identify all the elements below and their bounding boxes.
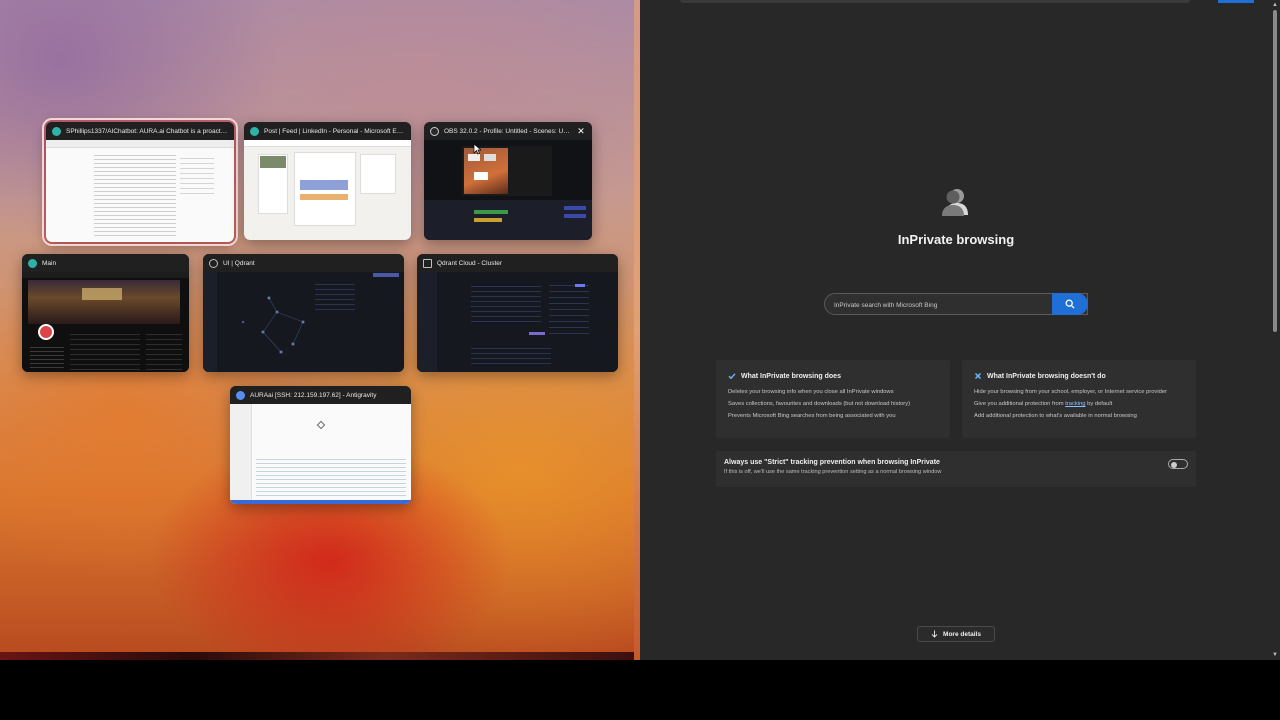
window-title: Main <box>42 259 57 267</box>
search-input[interactable] <box>825 295 1087 316</box>
task-view-window-aichatbot[interactable]: SPhillips1337/AIChatbot: AURA.ai Chatbot… <box>42 118 238 246</box>
card-line: Give you additional protection from trac… <box>974 398 1184 410</box>
arrow-down-icon <box>931 630 938 638</box>
more-details-label: More details <box>943 630 981 638</box>
window-title: Qdrant Cloud - Cluster <box>437 259 503 267</box>
antigravity-icon <box>236 390 245 400</box>
scroll-down-icon[interactable]: ▼ <box>1272 652 1278 658</box>
inprivate-browser-page: ▲ ▼ InPrivate browsing What InPr <box>640 0 1280 660</box>
task-view: SPhillips1337/AIChatbot: AURA.ai Chatbot… <box>0 0 640 660</box>
card-line: Hide your browsing from your school, emp… <box>974 389 1167 395</box>
edge-icon <box>28 258 37 268</box>
terminal-icon <box>423 258 432 268</box>
card-line: Saves collections, favourites and downlo… <box>728 401 911 407</box>
task-view-window-qdrant-ui[interactable]: UI | Qdrant <box>203 254 404 372</box>
window-thumbnail <box>22 272 189 372</box>
search-button[interactable] <box>1052 293 1088 315</box>
card-line: Prevents Microsoft Bing searches from be… <box>728 413 896 419</box>
window-titlebar: UI | Qdrant <box>203 254 404 272</box>
inprivate-doesnt-card: What InPrivate browsing doesn't do Hide … <box>962 360 1196 438</box>
window-titlebar: SPhillips1337/AIChatbot: AURA.ai Chatbot… <box>46 122 234 140</box>
window-thumbnail <box>46 140 234 242</box>
strict-tracking-setting: Always use "Strict" tracking prevention … <box>716 451 1196 487</box>
window-title: OBS 32.0.2 - Profile: Untitled - Scenes:… <box>444 127 571 135</box>
mouse-cursor-icon <box>473 143 481 155</box>
window-title: SPhillips1337/AIChatbot: AURA.ai Chatbot… <box>66 127 228 135</box>
line-text: by default <box>1085 401 1113 407</box>
tracking-link[interactable]: tracking <box>1065 401 1085 407</box>
inprivate-badge[interactable] <box>1218 0 1254 3</box>
task-view-window-linkedin[interactable]: Post | Feed | LinkedIn - Personal - Micr… <box>244 122 411 240</box>
card-line: Add additional protection to what's avai… <box>974 413 1137 419</box>
window-titlebar: Qdrant Cloud - Cluster <box>417 254 618 272</box>
card-title: What InPrivate browsing does <box>741 372 841 380</box>
bing-search-box[interactable] <box>824 293 1088 316</box>
obs-icon <box>430 126 439 136</box>
more-details-button[interactable]: More details <box>917 626 995 642</box>
inprivate-profile-icon <box>942 189 968 216</box>
close-icon[interactable]: ✕ <box>576 126 586 137</box>
search-icon <box>1065 299 1075 309</box>
globe-icon <box>209 258 218 268</box>
checkmark-icon <box>728 373 736 380</box>
window-thumbnail <box>203 272 404 372</box>
window-thumbnail <box>230 404 411 504</box>
window-titlebar: AURAai [SSH: 212.159.197.62] - Antigravi… <box>230 386 411 404</box>
setting-description: If this is off, we'll use the same track… <box>724 469 942 475</box>
window-title: UI | Qdrant <box>223 259 255 267</box>
strict-tracking-toggle[interactable] <box>1168 459 1188 469</box>
edge-icon <box>250 126 259 136</box>
card-line: Deletes your browsing info when you clos… <box>728 389 894 395</box>
window-title: AURAai [SSH: 212.159.197.62] - Antigravi… <box>250 391 377 399</box>
window-thumbnail <box>417 272 618 372</box>
line-text: Give you additional protection from <box>974 401 1066 407</box>
task-view-window-antigravity[interactable]: AURAai [SSH: 212.159.197.62] - Antigravi… <box>230 386 411 504</box>
task-view-window-obs[interactable]: OBS 32.0.2 - Profile: Untitled - Scenes:… <box>424 122 592 240</box>
task-view-window-main[interactable]: Main <box>22 254 189 372</box>
window-title: Post | Feed | LinkedIn - Personal - Micr… <box>264 127 405 135</box>
desktop-screen: SPhillips1337/AIChatbot: AURA.ai Chatbot… <box>0 0 1280 720</box>
card-title: What InPrivate browsing doesn't do <box>987 372 1106 380</box>
window-thumbnail <box>244 140 411 240</box>
window-thumbnail <box>424 140 592 240</box>
address-bar[interactable] <box>680 0 1190 3</box>
graph-thumbnail <box>241 296 305 354</box>
window-titlebar: OBS 32.0.2 - Profile: Untitled - Scenes:… <box>424 122 592 140</box>
inprivate-does-card: What InPrivate browsing does Deletes you… <box>716 360 950 438</box>
cross-icon <box>974 372 982 380</box>
edge-icon <box>52 126 61 136</box>
window-titlebar: Main <box>22 254 189 272</box>
scroll-up-icon[interactable]: ▲ <box>1272 2 1278 8</box>
scrollbar-thumb[interactable] <box>1273 10 1277 332</box>
task-view-window-qdrant-cloud[interactable]: Qdrant Cloud - Cluster <box>417 254 618 372</box>
page-title: InPrivate browsing <box>897 232 1015 247</box>
setting-title: Always use "Strict" tracking prevention … <box>724 459 940 466</box>
window-titlebar: Post | Feed | LinkedIn - Personal - Micr… <box>244 122 411 140</box>
